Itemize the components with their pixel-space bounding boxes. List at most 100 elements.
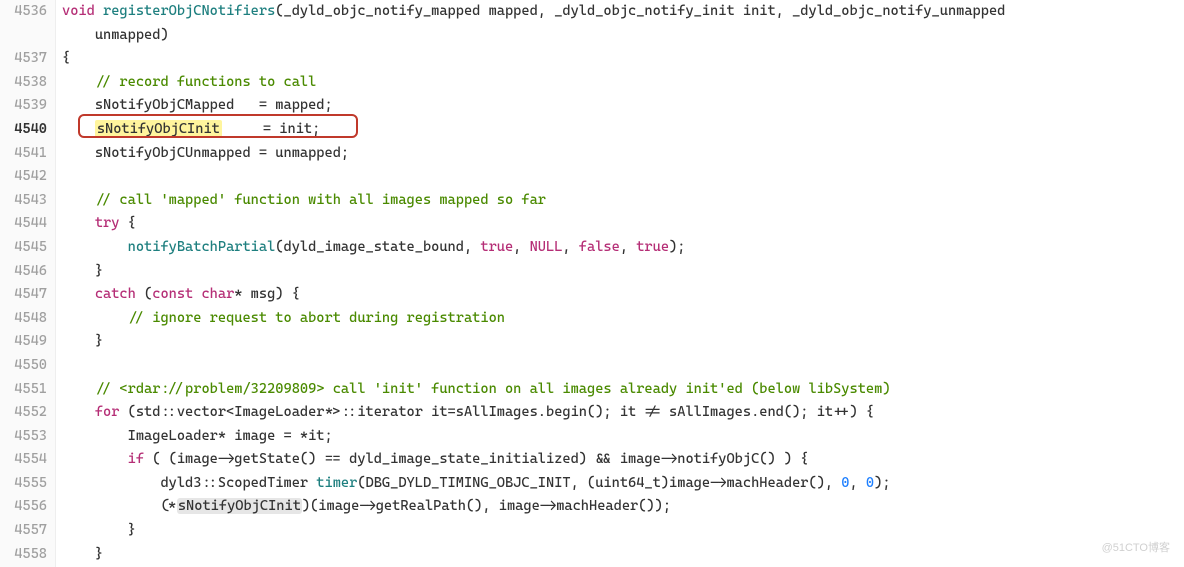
token: } [62, 263, 103, 279]
token: } [62, 333, 103, 349]
line-number: 4554 [0, 448, 47, 472]
code-line[interactable]: // call 'mapped' function with all image… [62, 189, 1184, 213]
line-number: 4549 [0, 330, 47, 354]
code-line[interactable]: } [62, 260, 1184, 284]
line-number: 4555 [0, 472, 47, 496]
token: { [62, 50, 70, 66]
line-number: 4548 [0, 307, 47, 331]
token [62, 192, 95, 208]
code-line[interactable]: for (std::vector<ImageLoader*>::iterator… [62, 401, 1184, 425]
code-editor[interactable]: 4536453745384539454045414542454345444545… [0, 0, 1184, 567]
line-number: 4541 [0, 142, 47, 166]
line-number: 4536 [0, 0, 47, 24]
token-cm: // ignore request to abort during regist… [128, 310, 505, 326]
line-number: 4546 [0, 260, 47, 284]
line-number: 4557 [0, 519, 47, 543]
token-konst: false [579, 239, 620, 255]
line-number: 4550 [0, 354, 47, 378]
code-line[interactable]: // <rdar://problem/32209809> call 'init'… [62, 378, 1184, 402]
line-number: 4538 [0, 71, 47, 95]
token [62, 286, 95, 302]
token [62, 381, 95, 397]
token-konst: true [636, 239, 669, 255]
code-line[interactable]: (*sNotifyObjCInit)(image->getRealPath(),… [62, 495, 1184, 519]
token-kw: if [128, 451, 144, 467]
token-kw: for [95, 404, 120, 420]
token: ); [874, 475, 890, 491]
token-callhl: sNotifyObjCInit [177, 498, 302, 514]
token [62, 74, 95, 90]
token-kw: catch [95, 286, 136, 302]
line-number: 4556 [0, 495, 47, 519]
line-number: 4542 [0, 165, 47, 189]
token: dyld3::ScopedTimer [62, 475, 316, 491]
token-kw: void [62, 3, 103, 19]
code-line[interactable]: catch (const char* msg) { [62, 283, 1184, 307]
token: ( [136, 286, 152, 302]
code-line[interactable]: dyld3::ScopedTimer timer(DBG_DYLD_TIMING… [62, 472, 1184, 496]
line-number: 4545 [0, 236, 47, 260]
token: (_dyld_objc_notify_mapped mapped, _dyld_… [275, 3, 1013, 19]
code-line[interactable]: // record functions to call [62, 71, 1184, 95]
code-line[interactable]: notifyBatchPartial(dyld_image_state_boun… [62, 236, 1184, 260]
token-cm: // <rdar://problem/32209809> call 'init'… [95, 381, 891, 397]
token-cm: // record functions to call [95, 74, 316, 90]
code-line[interactable]: if ( (image->getState() == dyld_image_st… [62, 448, 1184, 472]
line-number [0, 24, 47, 48]
line-number-gutter: 4536453745384539454045414542454345444545… [0, 0, 56, 567]
token-cm: // call 'mapped' function with all image… [95, 192, 546, 208]
token: , [620, 239, 636, 255]
token [62, 215, 95, 231]
token: ImageLoader* image = *it; [62, 428, 333, 444]
code-line[interactable] [62, 165, 1184, 189]
code-line[interactable] [62, 354, 1184, 378]
line-number: 4544 [0, 212, 47, 236]
watermark: @51CTO博客 [1102, 537, 1170, 561]
line-number: 4547 [0, 283, 47, 307]
code-line[interactable]: try { [62, 212, 1184, 236]
token-num: 0 [841, 475, 849, 491]
token-kw: char [201, 286, 234, 302]
token: , [562, 239, 578, 255]
line-number: 4558 [0, 543, 47, 567]
token-konst: NULL [530, 239, 563, 255]
code-line[interactable]: void registerObjCNotifiers(_dyld_objc_no… [62, 0, 1184, 24]
token: { [119, 215, 135, 231]
code-line[interactable]: } [62, 519, 1184, 543]
code-line[interactable]: // ignore request to abort during regist… [62, 307, 1184, 331]
code-line[interactable]: ImageLoader* image = *it; [62, 425, 1184, 449]
token [62, 451, 128, 467]
code-line[interactable]: } [62, 330, 1184, 354]
line-number: 4537 [0, 47, 47, 71]
token: } [62, 546, 103, 562]
token: , [850, 475, 866, 491]
token: * msg) { [234, 286, 300, 302]
line-number: 4540 [0, 118, 47, 142]
code-line[interactable]: } [62, 543, 1184, 567]
token: ); [669, 239, 685, 255]
token: (* [62, 498, 177, 514]
code-line[interactable]: unmapped) [62, 24, 1184, 48]
token: } [62, 522, 136, 538]
token-kw: try [95, 215, 120, 231]
code-area[interactable]: void registerObjCNotifiers(_dyld_objc_no… [56, 0, 1184, 567]
token-fn: timer [316, 475, 357, 491]
line-number: 4552 [0, 401, 47, 425]
token: , [513, 239, 529, 255]
token: )(image->getRealPath(), image->machHeade… [302, 498, 671, 514]
token: ( (image->getState() == dyld_image_state… [144, 451, 808, 467]
code-line[interactable]: { [62, 47, 1184, 71]
token: unmapped) [62, 27, 169, 43]
token-num: 0 [866, 475, 874, 491]
token: (dyld_image_state_bound, [275, 239, 480, 255]
token-fn: notifyBatchPartial [128, 239, 276, 255]
code-line[interactable]: sNotifyObjCUnmapped = unmapped; [62, 142, 1184, 166]
line-number: 4543 [0, 189, 47, 213]
token-kw: const [152, 286, 193, 302]
token [62, 404, 95, 420]
token: (DBG_DYLD_TIMING_OBJC_INIT, (uint64_t)im… [357, 475, 841, 491]
token: sNotifyObjCUnmapped = unmapped; [62, 145, 349, 161]
token [62, 239, 128, 255]
line-number: 4553 [0, 425, 47, 449]
token: (std::vector<ImageLoader*>::iterator it=… [119, 404, 874, 420]
